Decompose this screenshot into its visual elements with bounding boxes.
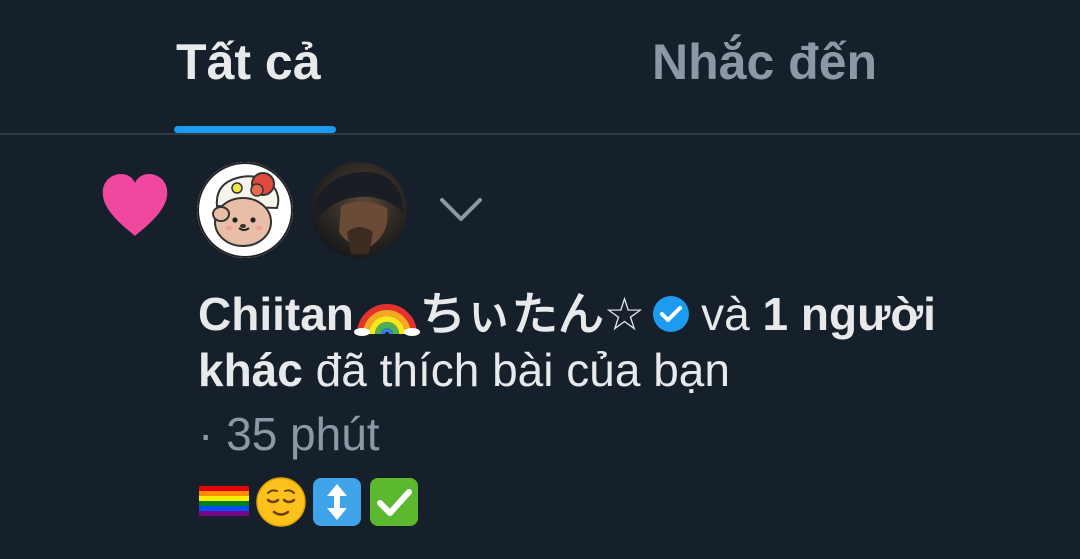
check-mark-button-emoji	[370, 478, 418, 526]
relieved-face-emoji	[256, 477, 306, 527]
notification-tabs: Tất cả Nhắc đến	[0, 0, 1080, 135]
time-value: 35 phút	[226, 408, 380, 460]
avatar-chiitan[interactable]	[197, 162, 293, 258]
notification-time: · 35 phút	[198, 406, 380, 462]
time-separator: ·	[198, 408, 214, 460]
user-name: Chiitan	[198, 288, 354, 340]
tab-all[interactable]: Tất cả	[176, 30, 321, 94]
chevron-down-icon[interactable]	[439, 197, 483, 223]
rainbow-flag-emoji	[199, 486, 249, 516]
user-name-suffix: ちぃたん☆	[419, 288, 646, 340]
avatar-other-user[interactable]	[311, 162, 407, 258]
up-down-arrow-emoji	[313, 478, 361, 526]
heart-icon	[102, 174, 168, 236]
tab-mentions[interactable]: Nhắc đến	[652, 30, 877, 94]
rainbow-emoji	[353, 304, 420, 336]
notification-text: Chiitan ちぃたん☆ và 1 người khác đã thích b…	[198, 286, 1048, 398]
active-tab-indicator	[174, 126, 336, 133]
notification-action: đã thích bài của bạn	[315, 344, 730, 396]
user-name-link[interactable]: Chiitan ちぃたん☆	[198, 288, 645, 340]
verified-badge-icon	[653, 296, 690, 332]
conjunction: và	[701, 288, 750, 340]
